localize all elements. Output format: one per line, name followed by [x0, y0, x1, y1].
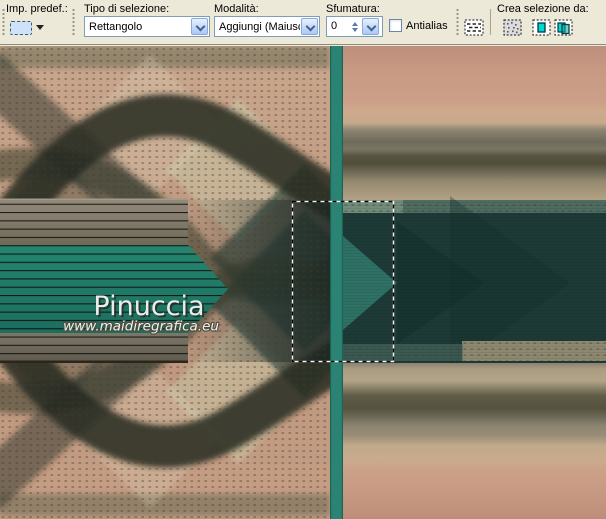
image-canvas[interactable]: Pinuccia Pinuccia www.maidiregrafica.eu: [0, 46, 606, 519]
watermark-url: www.maidiregrafica.eu: [63, 319, 219, 335]
mode-label: Modalità:: [214, 3, 259, 15]
mode-combobox[interactable]: Aggiungi (Maiusc): [214, 16, 320, 37]
toolbar-separator: [490, 9, 491, 35]
teal-divider-stripe: [330, 46, 343, 519]
selection-from-merged-icon: [554, 19, 572, 36]
toolbar-grip[interactable]: [456, 8, 459, 37]
custom-selection-icon: [464, 19, 484, 36]
feather-spinner[interactable]: 0: [326, 16, 383, 37]
chevron-down-icon[interactable]: [301, 18, 318, 35]
canvas-image[interactable]: Pinuccia Pinuccia www.maidiregrafica.eu: [0, 46, 606, 519]
selection-from-layer-icon: [532, 19, 550, 36]
antialias-label[interactable]: Antialias: [406, 20, 448, 32]
antialias-checkbox[interactable]: [389, 19, 402, 32]
dropdown-arrow-icon: [36, 25, 44, 30]
mode-value: Aggiungi (Maiusc): [219, 20, 300, 33]
selection-preset-icon: [10, 20, 32, 35]
selection-type-combobox[interactable]: Rettangolo: [84, 16, 210, 37]
toolbar-grip[interactable]: [2, 8, 5, 37]
feather-label: Sfumatura:: [326, 3, 380, 15]
selection-type-value: Rettangolo: [89, 20, 143, 33]
spin-down-icon[interactable]: [352, 27, 358, 32]
feather-value[interactable]: 0: [327, 17, 349, 36]
preset-label: Imp. predef.:: [6, 3, 68, 15]
right-artwork: [343, 46, 606, 519]
preset-picker-button[interactable]: [8, 16, 50, 39]
slider-dropdown-icon[interactable]: [362, 18, 379, 35]
spin-up-icon[interactable]: [352, 21, 358, 26]
selection-from-mask-icon: [503, 19, 521, 36]
selection-from-merged-button[interactable]: [550, 15, 576, 40]
custom-selection-button[interactable]: [461, 15, 487, 40]
create-from-label: Crea selezione da:: [497, 3, 589, 15]
app-window: Imp. predef.: Tipo di selezione: Rettang…: [0, 0, 606, 519]
spin-buttons[interactable]: [349, 17, 361, 36]
selection-type-label: Tipo di selezione:: [84, 3, 170, 15]
chevron-down-icon[interactable]: [191, 18, 208, 35]
watermark-title: Pinuccia: [93, 291, 204, 322]
selection-from-mask-button[interactable]: [499, 15, 525, 40]
tool-options-toolbar: Imp. predef.: Tipo di selezione: Rettang…: [0, 0, 606, 45]
toolbar-grip[interactable]: [72, 8, 75, 37]
